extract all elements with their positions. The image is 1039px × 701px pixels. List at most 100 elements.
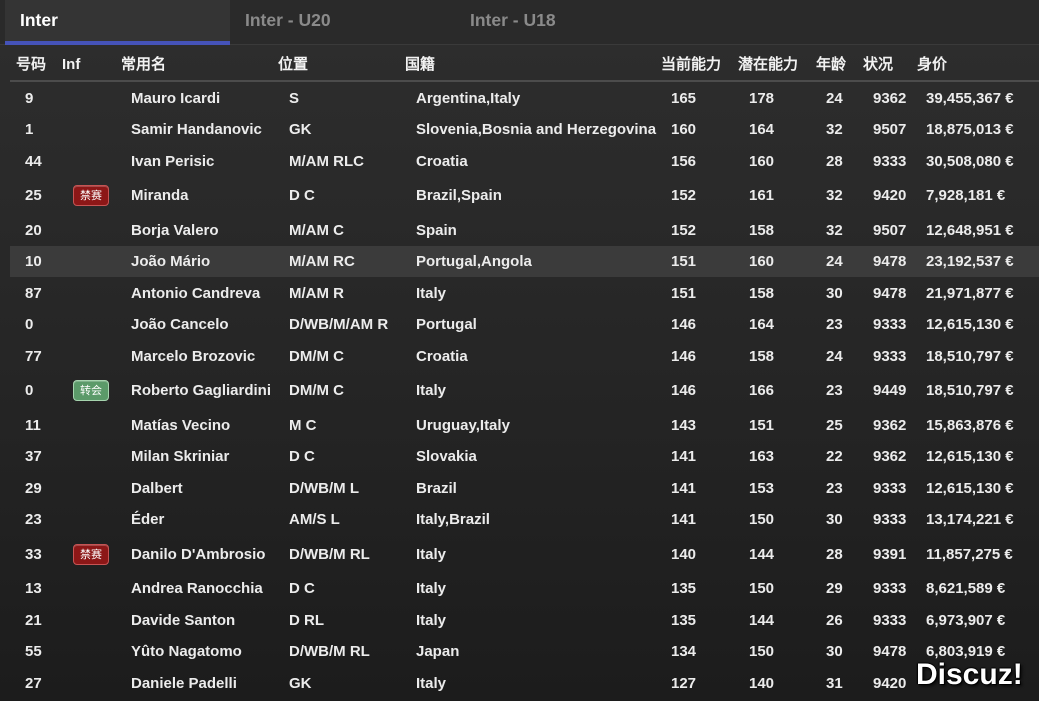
player-age: 31 (826, 674, 843, 692)
player-number: 25 (25, 187, 42, 204)
player-row[interactable]: 23 Éder AM/S L Italy,Brazil 141 150 30 9333 13,1… (10, 504, 1039, 536)
player-name[interactable]: Dalbert (131, 472, 183, 504)
player-row[interactable]: 21 Davide Santon D RL Italy 135 144 26 9333 6,97… (10, 604, 1039, 636)
player-name[interactable]: Antonio Candreva (131, 277, 260, 309)
player-condition: 9391 (873, 545, 907, 563)
player-name[interactable]: Daniele Padelli (131, 667, 237, 699)
player-name[interactable]: Éder (131, 504, 164, 536)
player-name[interactable]: Milan Skriniar (131, 441, 229, 473)
column-header-value[interactable]: 身价 (917, 48, 947, 80)
player-position: M C (289, 416, 317, 434)
player-name[interactable]: Marcelo Brozovic (131, 340, 255, 372)
player-row[interactable]: 25 禁赛 Miranda D C Brazil,Spain 152 161 32 9420 7,… (10, 177, 1039, 215)
player-name[interactable]: Yûto Nagatomo (131, 636, 242, 668)
player-current-ability: 152 (671, 187, 697, 204)
tab-inter[interactable]: Inter (5, 0, 230, 45)
player-potential-ability: 158 (749, 221, 775, 239)
player-nationality: Portugal (416, 316, 477, 333)
player-row[interactable]: 0 转会 Roberto Gagliardini DM/M C Italy 146 166 2… (10, 372, 1039, 410)
player-condition: 9507 (873, 121, 907, 138)
tab-inter-u20[interactable]: Inter - U20 (230, 0, 455, 45)
player-age: 32 (826, 121, 843, 138)
player-name[interactable]: Matías Vecino (131, 409, 230, 441)
player-age: 22 (826, 448, 843, 465)
player-age: 23 (826, 316, 843, 333)
player-row[interactable]: 33 禁赛 Danilo D'Ambrosio D/WB/M RL Italy 140 14… (10, 535, 1039, 573)
player-value: 21,971,877 € (926, 284, 1014, 302)
player-position: D C (289, 580, 315, 597)
player-row[interactable]: 1 Samir Handanovic GK Slovenia,Bosnia and H… (10, 114, 1039, 146)
player-position: D/WB/M RL (289, 643, 370, 660)
player-number: 44 (25, 152, 42, 170)
column-header-number[interactable]: 号码 (16, 48, 46, 80)
player-age: 24 (826, 347, 843, 365)
player-number: 29 (25, 479, 42, 497)
player-row[interactable]: 44 Ivan Perisic M/AM RLC Croatia 156 160 28 933… (10, 145, 1039, 177)
player-name[interactable]: Miranda (131, 177, 189, 215)
player-age: 24 (826, 89, 843, 107)
player-name[interactable]: Ivan Perisic (131, 145, 214, 177)
player-condition: 9420 (873, 674, 907, 692)
player-value: 18,510,797 € (926, 347, 1014, 365)
player-info-badge: 禁赛 (73, 535, 109, 573)
player-name[interactable]: Borja Valero (131, 214, 219, 246)
player-row[interactable]: 0 João Cancelo D/WB/M/AM R Portugal 146 164 23… (10, 309, 1039, 341)
player-row[interactable]: 87 Antonio Candreva M/AM R Italy 151 158 30 947… (10, 277, 1039, 309)
player-info-badge: 禁赛 (73, 177, 109, 215)
player-condition: 9333 (873, 347, 907, 365)
player-position: D C (289, 448, 315, 465)
player-current-ability: 140 (671, 545, 697, 563)
player-row[interactable]: 13 Andrea Ranocchia D C Italy 135 150 29 9333 8,… (10, 573, 1039, 605)
watermark: Discuz! (916, 658, 1023, 691)
player-potential-ability: 158 (749, 347, 775, 365)
player-row[interactable]: 27 Daniele Padelli GK Italy 127 140 31 9420 (10, 667, 1039, 699)
column-header-name[interactable]: 常用名 (121, 48, 166, 80)
player-name[interactable]: João Cancelo (131, 309, 229, 341)
player-number: 20 (25, 221, 42, 239)
player-condition: 9478 (873, 643, 907, 660)
player-name[interactable]: Andrea Ranocchia (131, 573, 263, 605)
player-name[interactable]: Samir Handanovic (131, 114, 262, 146)
player-current-ability: 152 (671, 221, 697, 239)
player-age: 23 (826, 382, 843, 399)
player-row[interactable]: 29 Dalbert D/WB/M L Brazil 141 153 23 9333 12,61… (10, 472, 1039, 504)
player-condition: 9333 (873, 511, 907, 528)
player-name[interactable]: Mauro Icardi (131, 82, 220, 114)
player-nationality: Italy (416, 284, 447, 302)
column-header-current-ability[interactable]: 当前能力 (661, 48, 721, 80)
player-value: 23,192,537 € (926, 253, 1014, 270)
player-nationality: Slovakia (416, 448, 477, 465)
player-potential-ability: 160 (749, 253, 775, 270)
column-header-position[interactable]: 位置 (278, 48, 308, 80)
player-potential-ability: 166 (749, 382, 775, 399)
player-value: 13,174,221 € (926, 511, 1014, 528)
player-nationality: Argentina,Italy (416, 89, 521, 107)
player-name[interactable]: João Mário (131, 246, 210, 278)
player-row[interactable]: 55 Yûto Nagatomo D/WB/M RL Japan 134 150 30 947… (10, 636, 1039, 668)
column-header-potential-ability[interactable]: 潜在能力 (738, 48, 798, 80)
player-nationality: Brazil (416, 479, 457, 497)
column-header-condition[interactable]: 状况 (863, 48, 893, 80)
player-name[interactable]: Roberto Gagliardini (131, 372, 271, 410)
player-current-ability: 135 (671, 611, 697, 629)
player-row[interactable]: 10 João Mário M/AM RC Portugal,Angola 151 160… (10, 245, 1039, 278)
column-header-age[interactable]: 年龄 (816, 48, 846, 80)
column-header-nationality[interactable]: 国籍 (405, 48, 435, 80)
player-number: 13 (25, 580, 42, 597)
player-number: 0 (25, 382, 34, 399)
player-name[interactable]: Davide Santon (131, 604, 235, 636)
player-number: 0 (25, 316, 34, 333)
player-row[interactable]: 37 Milan Skriniar D C Slovakia 141 163 22 9362 1… (10, 441, 1039, 473)
player-row[interactable]: 11 Matías Vecino M C Uruguay,Italy 143 151 25 9… (10, 409, 1039, 441)
player-row[interactable]: 9 Mauro Icardi S Argentina,Italy 165 178 24 936… (10, 82, 1039, 114)
player-row[interactable]: 77 Marcelo Brozovic DM/M C Croatia 146 158 24 9… (10, 340, 1039, 372)
player-nationality: Italy (416, 580, 447, 597)
player-row[interactable]: 20 Borja Valero M/AM C Spain 152 158 32 9507 12,… (10, 214, 1039, 246)
tab-inter-u18[interactable]: Inter - U18 (455, 0, 680, 45)
player-nationality: Italy (416, 545, 447, 563)
player-name[interactable]: Danilo D'Ambrosio (131, 535, 265, 573)
player-potential-ability: 161 (749, 187, 775, 204)
player-value: 7,928,181 € (926, 187, 1006, 204)
column-header-inf[interactable]: Inf (62, 48, 80, 80)
player-age: 28 (826, 545, 843, 563)
